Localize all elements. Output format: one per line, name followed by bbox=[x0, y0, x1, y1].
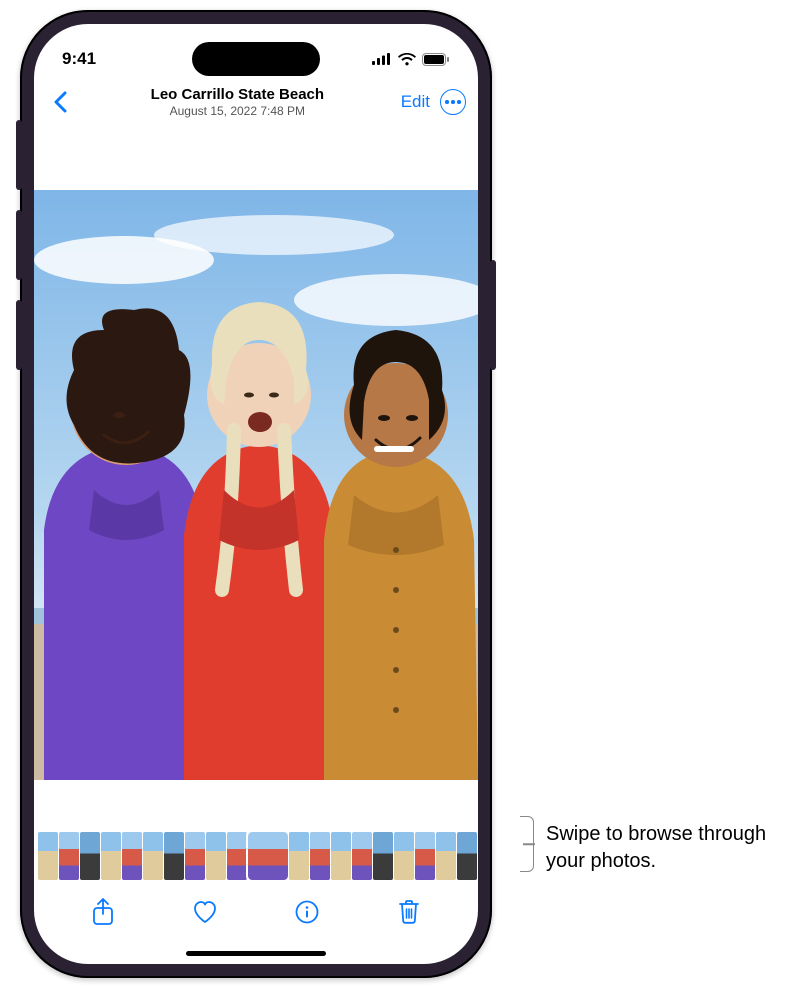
thumbnail[interactable] bbox=[373, 832, 393, 880]
thumbnail[interactable] bbox=[80, 832, 100, 880]
cellular-signal-icon bbox=[372, 53, 392, 65]
location-title: Leo Carrillo State Beach bbox=[80, 86, 395, 104]
thumbnail[interactable] bbox=[143, 832, 163, 880]
thumbnail[interactable] bbox=[289, 832, 309, 880]
photo-viewer[interactable] bbox=[34, 128, 478, 828]
favorite-button[interactable] bbox=[185, 900, 225, 924]
thumbnail[interactable] bbox=[457, 832, 477, 880]
nav-title-group: Leo Carrillo State Beach August 15, 2022… bbox=[80, 86, 395, 118]
share-button[interactable] bbox=[83, 898, 123, 926]
trash-icon bbox=[398, 899, 420, 925]
thumbnail-selected[interactable] bbox=[248, 832, 288, 880]
home-indicator[interactable] bbox=[34, 942, 478, 964]
thumbnail[interactable] bbox=[59, 832, 79, 880]
screen: 9:41 Le bbox=[34, 24, 478, 964]
thumbnail[interactable] bbox=[394, 832, 414, 880]
phone-frame: 9:41 Le bbox=[20, 10, 492, 978]
callout-bracket-icon bbox=[520, 816, 534, 872]
heart-icon bbox=[192, 900, 218, 924]
thumbnail[interactable] bbox=[331, 832, 351, 880]
edit-button[interactable]: Edit bbox=[401, 92, 430, 112]
main-photo[interactable] bbox=[34, 190, 478, 780]
more-button[interactable] bbox=[440, 89, 466, 115]
date-time-subtitle: August 15, 2022 7:48 PM bbox=[80, 104, 395, 118]
thumbnail[interactable] bbox=[415, 832, 435, 880]
thumbnail[interactable] bbox=[206, 832, 226, 880]
thumbnail[interactable] bbox=[436, 832, 456, 880]
thumbnail[interactable] bbox=[227, 832, 247, 880]
ellipsis-icon bbox=[445, 100, 461, 104]
thumbnail[interactable] bbox=[352, 832, 372, 880]
status-indicators bbox=[372, 53, 450, 66]
nav-bar: Leo Carrillo State Beach August 15, 2022… bbox=[34, 80, 478, 128]
status-time: 9:41 bbox=[62, 49, 96, 69]
thumbnail-strip[interactable] bbox=[34, 828, 478, 884]
wifi-icon bbox=[398, 53, 416, 66]
share-icon bbox=[92, 898, 114, 926]
thumbnail[interactable] bbox=[101, 832, 121, 880]
thumbnail[interactable] bbox=[122, 832, 142, 880]
thumbnail[interactable] bbox=[185, 832, 205, 880]
thumbnail[interactable] bbox=[38, 832, 58, 880]
callout: Swipe to browse through your photos. bbox=[520, 820, 806, 876]
callout-text: Swipe to browse through your photos. bbox=[546, 821, 806, 875]
info-button[interactable] bbox=[287, 900, 327, 924]
dynamic-island bbox=[192, 42, 320, 76]
battery-icon bbox=[422, 53, 450, 66]
thumbnail[interactable] bbox=[310, 832, 330, 880]
delete-button[interactable] bbox=[389, 899, 429, 925]
bottom-toolbar bbox=[34, 884, 478, 942]
thumbnail[interactable] bbox=[164, 832, 184, 880]
info-icon bbox=[295, 900, 319, 924]
back-button[interactable] bbox=[46, 91, 74, 113]
